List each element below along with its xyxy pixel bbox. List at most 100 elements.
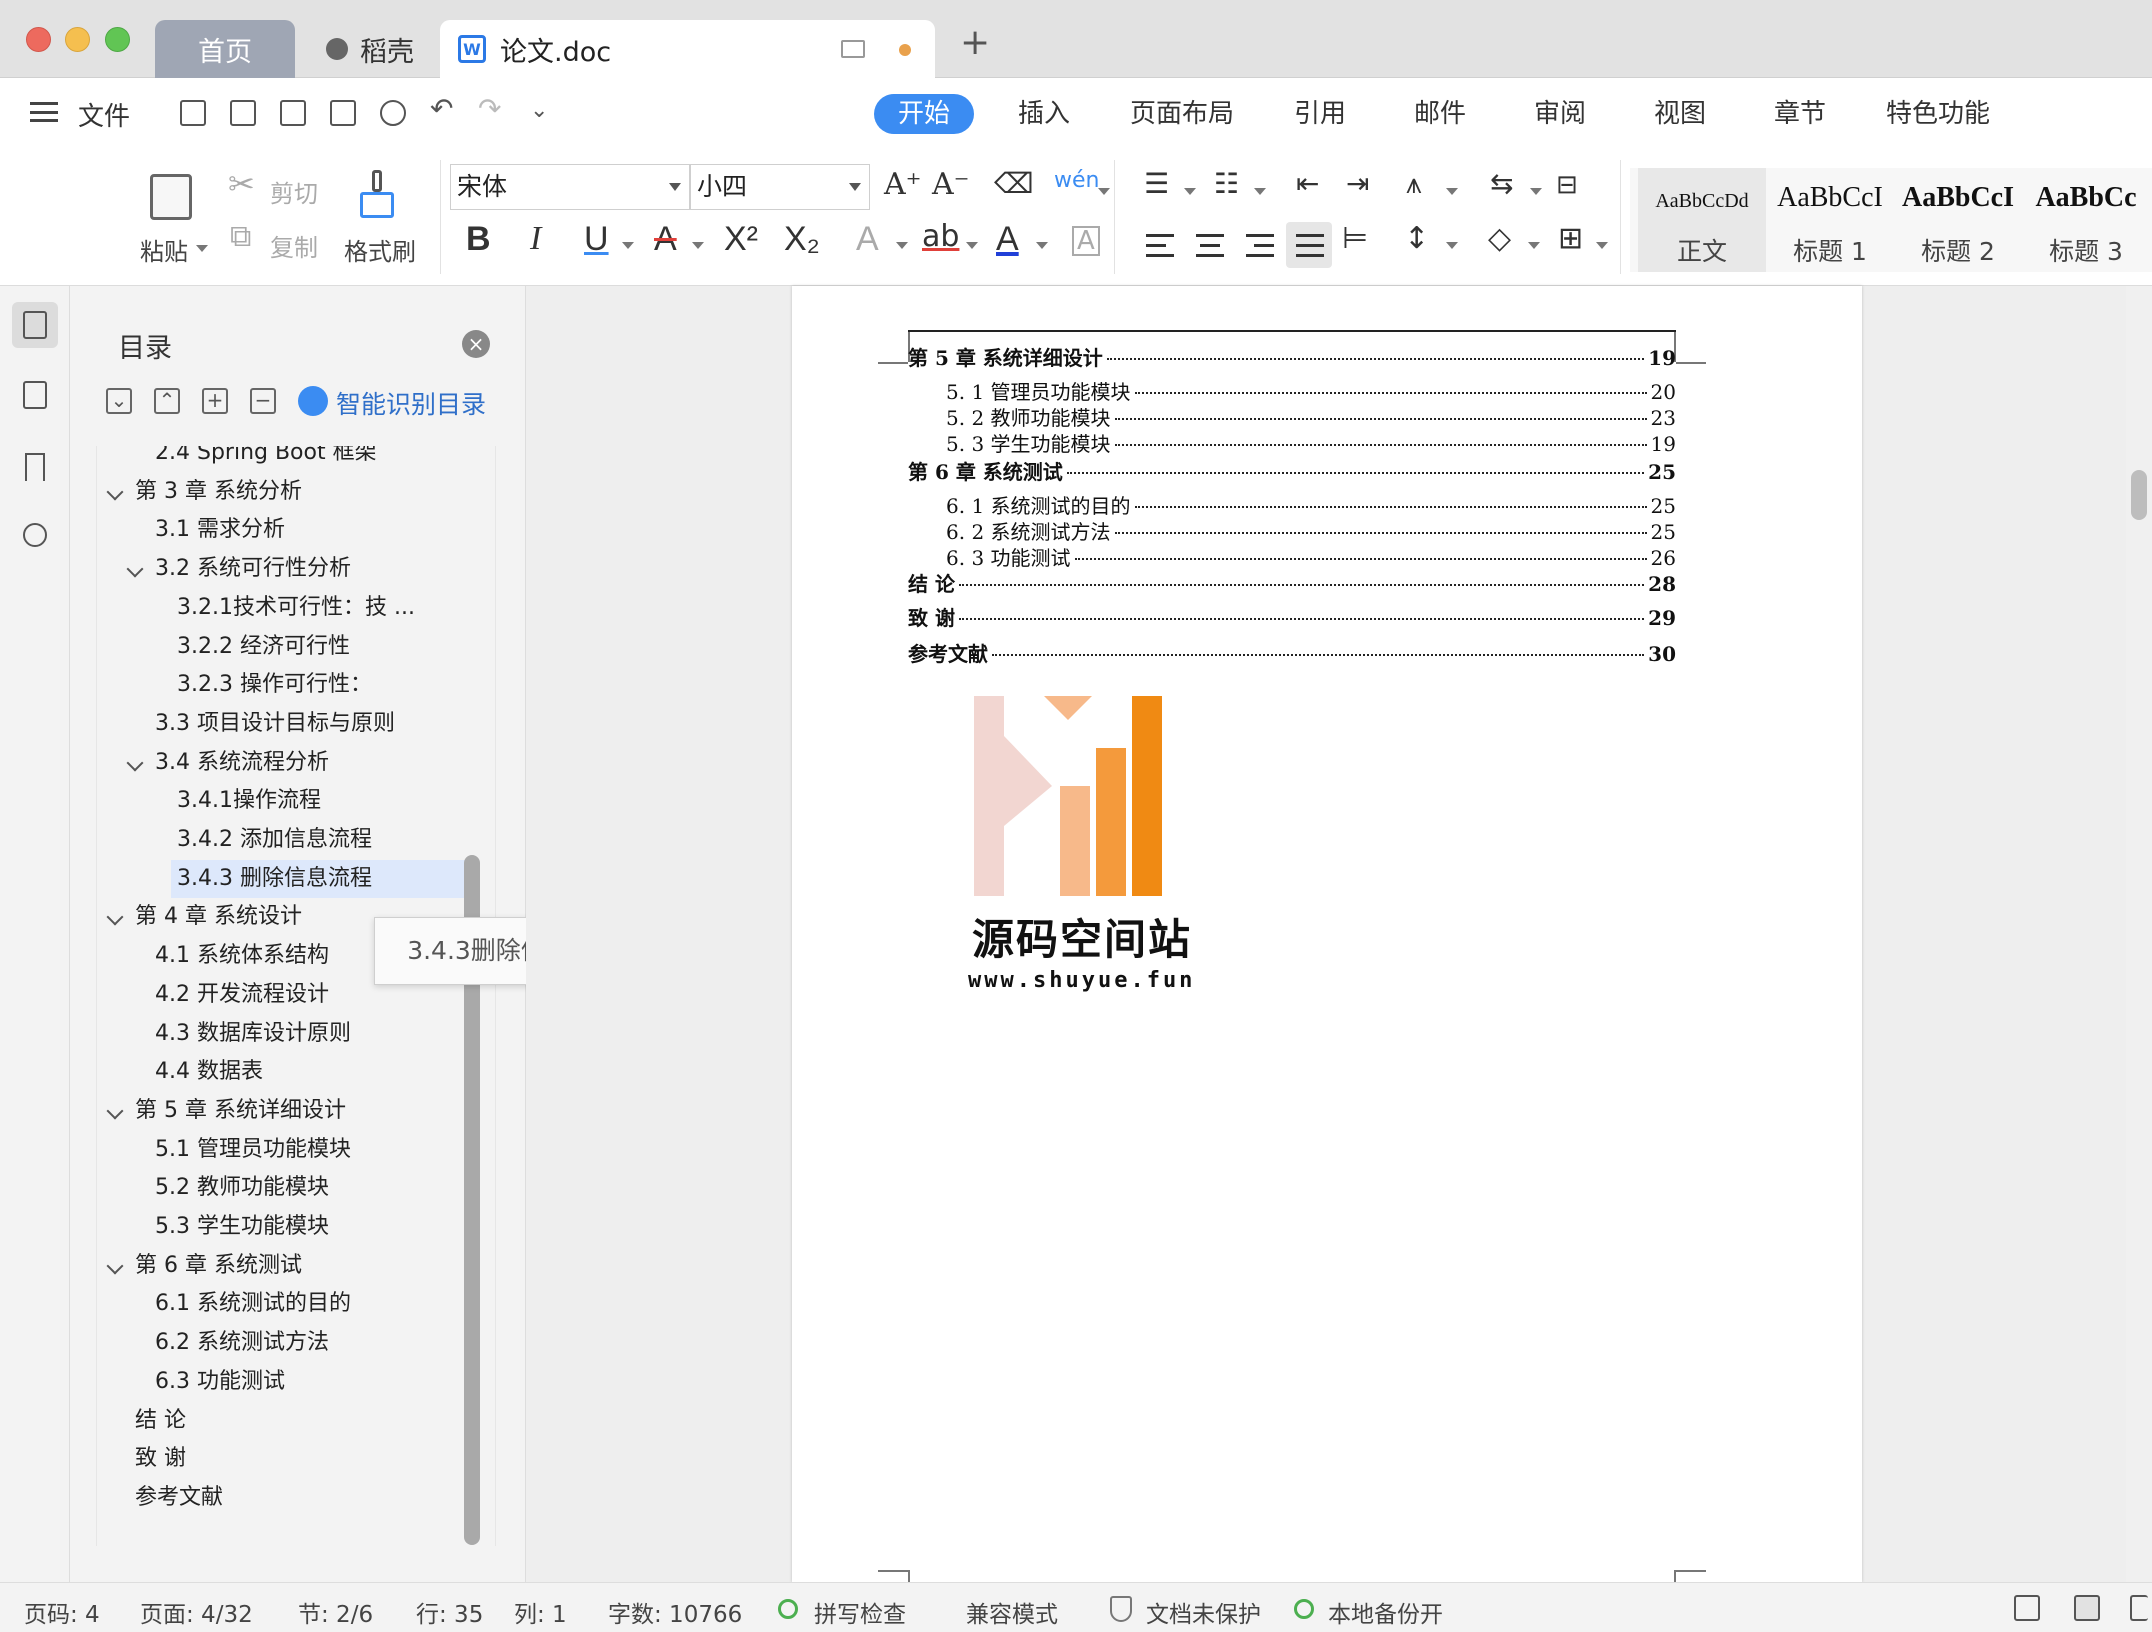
sort-icon[interactable]: ⇆ — [1490, 170, 1513, 198]
collapse-all-icon[interactable]: ⌄ — [106, 388, 132, 414]
menu-special-features[interactable]: 特色功能 — [1886, 94, 1990, 134]
underline-dropdown-icon[interactable] — [622, 242, 634, 249]
print-icon[interactable] — [330, 100, 356, 126]
menu-start[interactable]: 开始 — [874, 94, 975, 134]
toc-item[interactable]: 3.3 项目设计目标与原则 — [97, 705, 477, 743]
cut-button[interactable]: 剪切 — [270, 174, 318, 209]
hamburger-menu-icon[interactable] — [30, 102, 58, 122]
toc-item[interactable]: 3.1 需求分析 — [97, 511, 477, 549]
menu-file[interactable]: 文件 — [78, 96, 130, 133]
chevron-down-icon[interactable] — [106, 1257, 124, 1275]
doc-toc-entry[interactable]: 第 6 章 系统测试 25 — [908, 456, 1676, 486]
underline-icon[interactable]: U — [584, 222, 609, 256]
close-icon[interactable]: × — [462, 330, 490, 358]
local-backup-button[interactable]: 本地备份开 — [1328, 1595, 1443, 1629]
copy-button[interactable]: 复制 — [270, 228, 318, 263]
protect-status-button[interactable]: 文档未保护 — [1146, 1595, 1261, 1629]
tab-daoke[interactable]: 稻壳 — [305, 20, 435, 78]
toc-item[interactable]: 2.4 Spring Boot 框架 — [97, 446, 477, 472]
subscript-icon[interactable]: X₂ — [784, 222, 820, 256]
line-spacing-dropdown-icon[interactable] — [1446, 242, 1458, 249]
shrink-font-icon[interactable]: A⁻ — [932, 170, 970, 200]
menu-view[interactable]: 视图 — [1654, 94, 1706, 134]
shading-dropdown-icon[interactable] — [1528, 242, 1540, 249]
toc-item[interactable]: 第 6 章 系统测试 — [97, 1247, 477, 1285]
menu-insert[interactable]: 插入 — [1018, 94, 1070, 134]
text-effect-icon[interactable]: A — [856, 222, 879, 256]
export-pdf-icon[interactable] — [280, 100, 306, 126]
toc-item[interactable]: 3.2.1技术可行性：技 ... — [97, 589, 477, 627]
search-button[interactable] — [12, 514, 58, 560]
bookmark-button[interactable] — [12, 444, 58, 490]
toc-item[interactable]: 6.3 功能测试 — [97, 1363, 477, 1401]
spell-check-button[interactable]: 拼写检查 — [814, 1595, 906, 1629]
line-spacing-icon[interactable]: ↕ — [1404, 224, 1429, 254]
toc-item[interactable]: 3.2.3 操作可行性： — [97, 666, 477, 704]
status-page[interactable]: 页面: 4/32 — [140, 1595, 253, 1629]
toc-item[interactable]: 3.4.3 删除信息流程 — [97, 859, 477, 898]
close-window-button[interactable] — [26, 27, 51, 52]
bold-icon[interactable]: B — [466, 222, 491, 256]
toc-item[interactable]: 6.2 系统测试方法 — [97, 1324, 477, 1362]
monitor-icon[interactable] — [841, 40, 865, 58]
doc-toc-entry[interactable]: 结 论 28 — [908, 568, 1676, 598]
superscript-icon[interactable]: X² — [724, 222, 758, 256]
smart-toc-icon[interactable] — [298, 386, 328, 416]
menu-review[interactable]: 审阅 — [1534, 94, 1586, 134]
increase-indent-icon[interactable]: ⇥ — [1346, 170, 1369, 198]
navigation-button[interactable] — [12, 372, 58, 418]
style-normal[interactable]: AaBbCcDd 正文 — [1638, 168, 1766, 272]
fullscreen-icon[interactable] — [2014, 1595, 2040, 1621]
doc-toc-entry[interactable]: 5. 3 学生功能模块 19 — [946, 428, 1676, 458]
align-left-icon[interactable] — [1146, 234, 1174, 237]
format-painter-icon[interactable] — [360, 170, 394, 220]
font-name-select[interactable]: 宋体 — [450, 164, 690, 210]
toc-item[interactable]: 5.2 教师功能模块 — [97, 1169, 477, 1207]
distribute-icon[interactable]: ⊨ — [1342, 224, 1368, 254]
toc-item[interactable]: 3.4 系统流程分析 — [97, 744, 477, 782]
numbered-list-dropdown-icon[interactable] — [1254, 188, 1266, 195]
toc-item[interactable]: 4.4 数据表 — [97, 1053, 477, 1091]
paste-dropdown-icon[interactable] — [196, 245, 208, 252]
style-heading-3[interactable]: AaBbCc 标题 3 — [2022, 168, 2150, 272]
phonetic-dropdown-icon[interactable] — [1098, 188, 1110, 195]
highlight-icon[interactable]: ab — [922, 222, 959, 252]
toc-item[interactable]: 3.2.2 经济可行性 — [97, 628, 477, 666]
toc-item[interactable]: 6.1 系统测试的目的 — [97, 1285, 477, 1323]
menu-page-layout[interactable]: 页面布局 — [1130, 94, 1234, 134]
menu-reference[interactable]: 引用 — [1294, 94, 1346, 134]
sort-dropdown-icon[interactable] — [1530, 188, 1542, 195]
clear-format-icon[interactable]: ⌫ — [994, 170, 1034, 198]
style-heading-2[interactable]: AaBbCcI 标题 2 — [1894, 168, 2022, 272]
document-scrollbar[interactable] — [2126, 286, 2152, 1582]
toc-item[interactable]: 参考文献 — [97, 1479, 477, 1517]
chevron-down-icon[interactable] — [106, 483, 124, 501]
minimize-window-button[interactable] — [65, 27, 90, 52]
grow-font-icon[interactable]: A⁺ — [884, 170, 922, 200]
toc-item[interactable]: 3.4.1操作流程 — [97, 782, 477, 820]
toc-panel-button[interactable] — [12, 302, 58, 348]
phonetic-guide-icon[interactable]: wén — [1054, 170, 1099, 192]
paste-button[interactable]: 粘贴 — [140, 232, 188, 267]
format-painter-button[interactable]: 格式刷 — [344, 232, 416, 267]
status-word-count[interactable]: 字数: 10766 — [608, 1595, 742, 1629]
toc-item[interactable]: 5.3 学生功能模块 — [97, 1208, 477, 1246]
show-marks-icon[interactable]: ⊟ — [1556, 172, 1578, 198]
menu-mail[interactable]: 邮件 — [1414, 94, 1466, 134]
chevron-down-icon[interactable] — [126, 754, 144, 772]
paste-icon[interactable] — [150, 174, 192, 220]
redo-icon[interactable]: ↷ — [478, 92, 504, 125]
style-heading-1[interactable]: AaBbCcI 标题 1 — [1766, 168, 1894, 272]
shading-icon[interactable]: ◇ — [1488, 224, 1511, 254]
font-color-icon[interactable]: A — [996, 222, 1019, 256]
outline-view-icon[interactable] — [2130, 1595, 2148, 1621]
highlight-dropdown-icon[interactable] — [966, 242, 978, 249]
toc-item[interactable]: 结 论 — [97, 1402, 477, 1440]
undo-icon[interactable]: ↶ — [430, 92, 456, 125]
save-icon[interactable] — [230, 100, 256, 126]
toc-item[interactable]: 致 谢 — [97, 1440, 477, 1478]
toc-item[interactable]: 5.1 管理员功能模块 — [97, 1131, 477, 1169]
toc-item[interactable]: 3.2 系统可行性分析 — [97, 550, 477, 588]
print-preview-icon[interactable] — [380, 100, 406, 126]
numbered-list-icon[interactable]: ☷ — [1214, 170, 1239, 198]
